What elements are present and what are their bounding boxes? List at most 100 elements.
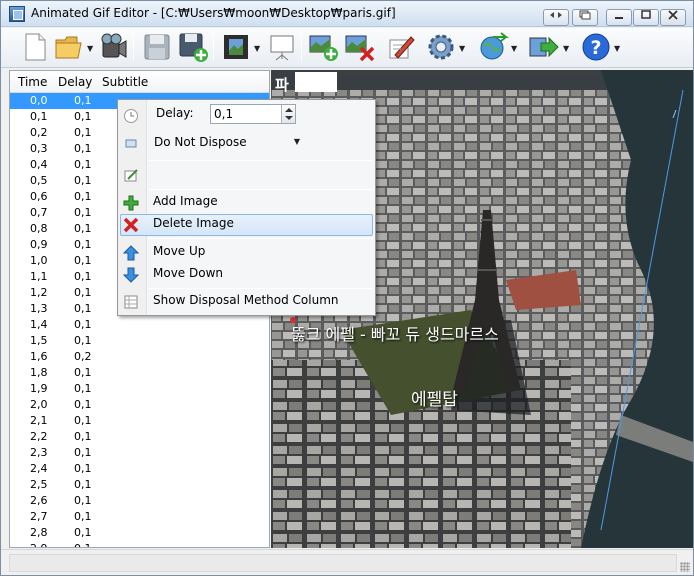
frame-row[interactable]: 2,0 0,1 — [10, 397, 269, 413]
frame-delay: 0,1 — [74, 542, 92, 547]
show-disposal-column-menu-item[interactable]: Show Disposal Method Column — [153, 293, 339, 307]
dispose-method-select[interactable]: Do Not Dispose ▼ — [150, 131, 300, 153]
column-header-delay[interactable]: Delay — [58, 75, 92, 89]
frame-delay: 0,1 — [74, 270, 92, 283]
frame-time: 0,8 — [30, 222, 48, 235]
frame-row[interactable]: 2,3 0,1 — [10, 445, 269, 461]
slideshow-icon[interactable] — [266, 31, 298, 63]
landmark-label: 에펠탑 — [411, 390, 458, 410]
frame-time: 0,4 — [30, 158, 48, 171]
settings-icon[interactable] — [425, 31, 457, 63]
frame-delay: 0,1 — [74, 366, 92, 379]
frame-delay: 0,1 — [74, 206, 92, 219]
film-icon[interactable] — [220, 31, 252, 63]
frame-delay: 0,1 — [74, 126, 92, 139]
frame-list-header: Time Delay Subtitle — [10, 71, 269, 93]
frame-time: 0,1 — [30, 110, 48, 123]
delete-image-label[interactable]: Delete Image — [153, 216, 234, 230]
minimize-button[interactable] — [606, 9, 632, 26]
clock-icon — [124, 109, 138, 123]
help-icon[interactable]: ? — [580, 31, 612, 63]
frame-delay: 0,1 — [74, 478, 92, 491]
maximize-button[interactable] — [633, 9, 659, 26]
frame-row[interactable]: 1,6 0,2 — [10, 349, 269, 365]
frame-delay: 0,1 — [74, 318, 92, 331]
dispose-method-value: Do Not Dispose — [154, 135, 247, 149]
frame-row[interactable]: 2,5 0,1 — [10, 477, 269, 493]
frame-time: 2,0 — [30, 398, 48, 411]
frame-time: 1,9 — [30, 382, 48, 395]
export-dropdown-icon[interactable]: ▼ — [563, 44, 569, 53]
add-image-menu-item[interactable]: Add Image — [153, 194, 218, 208]
frame-row[interactable]: 2,2 0,1 — [10, 429, 269, 445]
frame-delay: 0,1 — [74, 110, 92, 123]
frame-row[interactable]: 2,6 0,1 — [10, 493, 269, 509]
frame-time: 1,4 — [30, 318, 48, 331]
frame-time: 2,1 — [30, 414, 48, 427]
web-export-icon[interactable] — [477, 31, 509, 63]
frame-row[interactable]: 2,8 0,1 — [10, 525, 269, 541]
window-list-button[interactable] — [572, 9, 598, 26]
delay-label: Delay: — [156, 106, 194, 120]
frame-delay: 0,1 — [74, 174, 92, 187]
arrow-down-icon — [123, 267, 139, 283]
frame-delay: 0,1 — [74, 286, 92, 299]
delay-spinner[interactable] — [281, 105, 295, 123]
frame-row[interactable]: 2,4 0,1 — [10, 461, 269, 477]
menu-separator — [149, 189, 373, 190]
frame-row[interactable]: 2,9 0,1 — [10, 541, 269, 547]
delete-icon — [123, 217, 139, 233]
move-up-menu-item[interactable]: Move Up — [153, 244, 205, 258]
frame-row[interactable]: 1,5 0,1 — [10, 333, 269, 349]
close-button[interactable] — [660, 9, 686, 26]
add-image-icon[interactable] — [307, 31, 339, 63]
frame-time: 0,7 — [30, 206, 48, 219]
title-bar[interactable]: Animated Gif Editor - [C:₩Users₩moon₩Des… — [1, 1, 693, 27]
toolbar-separator — [301, 33, 302, 61]
save-as-icon[interactable] — [177, 31, 209, 63]
frame-delay: 0,1 — [74, 414, 92, 427]
frame-time: 1,2 — [30, 286, 48, 299]
frame-delay: 0,1 — [74, 446, 92, 459]
delay-input[interactable]: 0,1 — [210, 104, 296, 124]
frame-row[interactable]: 1,9 0,1 — [10, 381, 269, 397]
frame-delay: 0,1 — [74, 462, 92, 475]
frame-row[interactable]: 1,8 0,1 — [10, 365, 269, 381]
maximize-icon — [641, 10, 651, 19]
frame-row[interactable]: 2,7 0,1 — [10, 509, 269, 525]
new-icon[interactable] — [19, 31, 51, 63]
frame-delay: 0,1 — [74, 302, 92, 315]
column-header-subtitle[interactable]: Subtitle — [102, 75, 148, 89]
move-down-menu-item[interactable]: Move Down — [153, 266, 223, 280]
help-dropdown-icon[interactable]: ▼ — [614, 44, 620, 53]
frame-time: 2,9 — [30, 542, 48, 547]
open-dropdown-icon[interactable]: ▼ — [87, 44, 93, 53]
frame-time: 0,2 — [30, 126, 48, 139]
windows-icon — [579, 10, 591, 20]
film-dropdown-icon[interactable]: ▼ — [254, 44, 260, 53]
resize-grip-icon[interactable] — [680, 562, 690, 572]
menu-separator — [149, 288, 373, 289]
frame-time: 2,4 — [30, 462, 48, 475]
frame-row[interactable]: 1,4 0,1 — [10, 317, 269, 333]
restore-app-button[interactable] — [543, 9, 569, 26]
save-icon[interactable] — [141, 31, 173, 63]
add-icon — [123, 195, 139, 211]
minimize-icon — [615, 17, 623, 19]
record-icon[interactable] — [97, 31, 129, 63]
delay-input-value: 0,1 — [214, 107, 234, 121]
main-window: Animated Gif Editor - [C:₩Users₩moon₩Des… — [0, 0, 694, 576]
frame-time: 1,0 — [30, 254, 48, 267]
edit-icon[interactable] — [385, 31, 417, 63]
arrows-icon — [550, 12, 562, 18]
column-header-time[interactable]: Time — [18, 75, 47, 89]
frame-row[interactable]: 2,1 0,1 — [10, 413, 269, 429]
edit-subtitle-icon — [124, 169, 138, 182]
export-icon[interactable] — [527, 31, 559, 63]
frame-delay: 0,1 — [74, 334, 92, 347]
settings-dropdown-icon[interactable]: ▼ — [459, 44, 465, 53]
frame-time: 2,5 — [30, 478, 48, 491]
delete-image-icon[interactable] — [343, 31, 375, 63]
web-export-dropdown-icon[interactable]: ▼ — [511, 44, 517, 53]
open-folder-icon[interactable] — [53, 31, 85, 63]
